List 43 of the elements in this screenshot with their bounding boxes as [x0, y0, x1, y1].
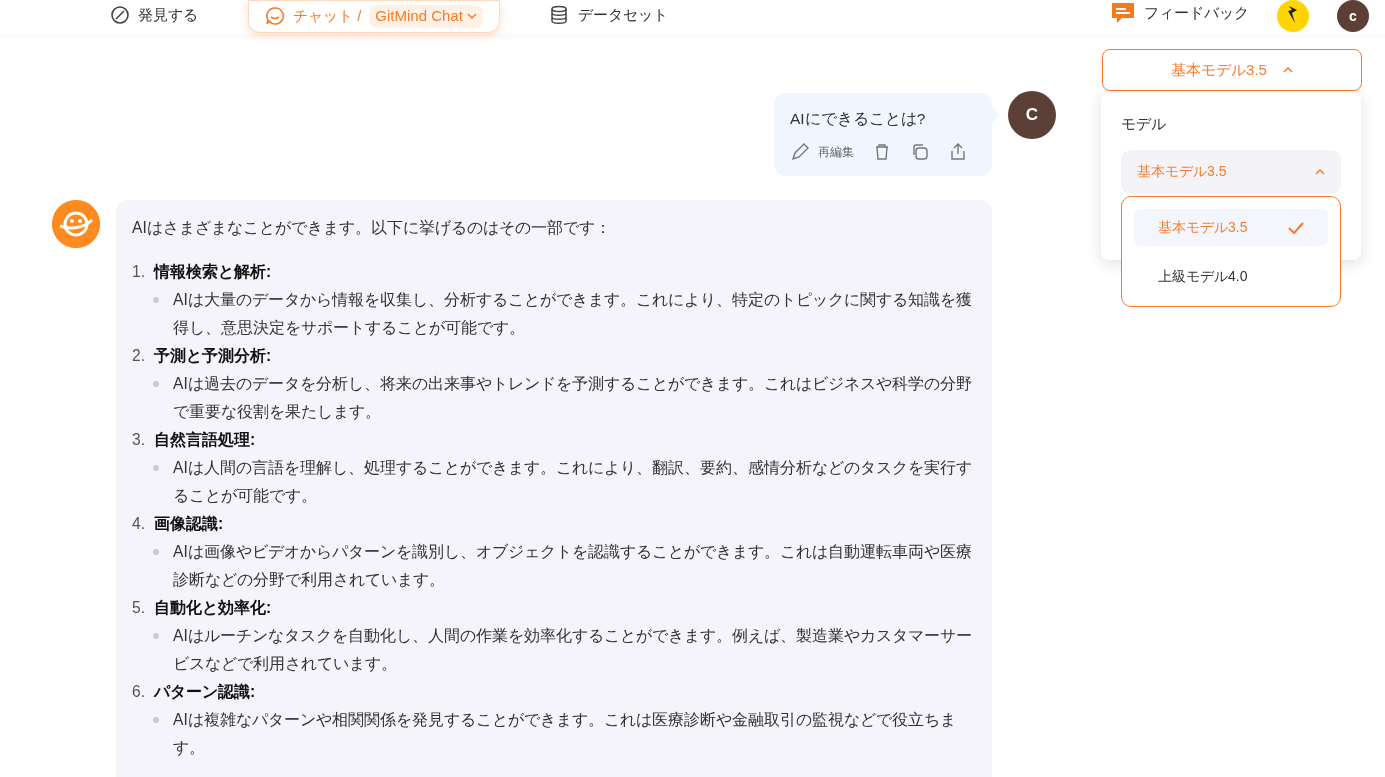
- ai-avatar-icon: [52, 200, 100, 249]
- copy-icon[interactable]: [910, 142, 930, 163]
- list-number: 5.: [132, 598, 146, 619]
- nav-tab[interactable]: 発見する: [110, 4, 198, 27]
- checkmark-icon: [1288, 221, 1304, 234]
- item-detail: AIは過去のデータを分析し、将来の出来事やトレンドを予測することができます。これはビジネスや科学の分野で重要な役割を果たします。: [173, 374, 973, 423]
- item-title: 情報検索と解析:: [154, 262, 272, 283]
- feedback-link[interactable]: フィードバック: [1110, 0, 1249, 26]
- item-title: 画像認識:: [154, 514, 224, 535]
- edit-button[interactable]: 再編集: [790, 142, 854, 163]
- bullet-icon: [153, 717, 159, 724]
- item-title: パターン認識:: [154, 682, 256, 703]
- item-title: 自然言語処理:: [154, 430, 256, 451]
- item-detail: AIは人間の言語を理解し、処理することができます。これにより、翻訳、要約、感情分析などのタスクを実行することが可能です。: [173, 458, 973, 507]
- nav-tab[interactable]: データセット: [549, 4, 668, 27]
- user-avatar: C: [1008, 91, 1056, 139]
- bullet-icon: [153, 381, 159, 388]
- database-icon: [549, 5, 570, 26]
- bullet-icon: [153, 549, 159, 556]
- list-number: 4.: [132, 514, 146, 535]
- share-icon[interactable]: [948, 142, 968, 163]
- bullet-icon: [153, 297, 159, 304]
- item-detail: AIは画像やビデオからパターンを識別し、オブジェクトを認識することができます。これは自動運転車両や医療診断などの分野で利用されています。: [173, 542, 973, 591]
- item-title: 予測と予測分析:: [154, 346, 272, 367]
- item-title: 自動化と効率化:: [154, 598, 272, 619]
- lightning-icon[interactable]: [1277, 0, 1309, 32]
- pencil-icon: [790, 142, 810, 163]
- panel-title: モデル: [1121, 114, 1167, 134]
- item-detail: AIはルーチンなタスクを自動化し、人間の作業を効率化することができます。例えば、製造業やカスタマーサービスなどで利用されています。: [173, 626, 973, 675]
- list-number: 6.: [132, 682, 146, 703]
- list-number: 1.: [132, 262, 146, 283]
- list-number: 2.: [132, 346, 146, 367]
- message-text: AIにできることは?: [790, 109, 927, 129]
- model-option[interactable]: 上級モデル4.0: [1134, 258, 1328, 295]
- bullet-icon: [153, 465, 159, 472]
- intro-text: AIはさまざまなことができます。以下に挙げるのはその一部です：: [132, 218, 612, 239]
- list-number: 3.: [132, 430, 146, 451]
- bullet-icon: [153, 633, 159, 640]
- chevron-icon: [466, 12, 477, 21]
- item-detail: AIは大量のデータから情報を収集し、分析することができます。これにより、特定のトピックに関する知識を獲得し、意思決定をサポートすることが可能です。: [173, 290, 973, 339]
- chat-bubble-icon: [265, 6, 285, 27]
- item-detail: AIは複雑なパターンや相関関係を発見することができます。これは医療診断や金融取引の監視などで役立ちます。: [173, 710, 957, 759]
- user-avatar[interactable]: c: [1337, 0, 1369, 32]
